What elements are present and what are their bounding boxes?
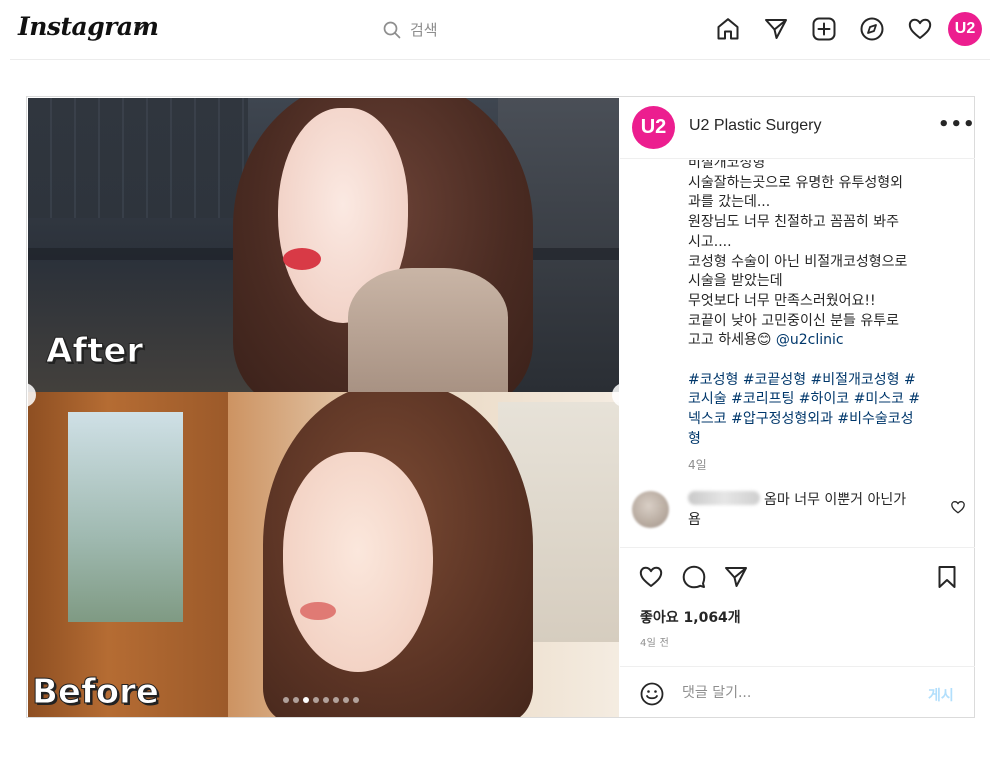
chevron-down-icon[interactable]: [133, 20, 147, 34]
explore-button[interactable]: [858, 15, 886, 43]
before-photo: [28, 392, 619, 717]
post-card: After Before U2 U2 Plastic Surgery ••• 비…: [26, 96, 975, 718]
activity-heart-icon: [908, 18, 932, 39]
post-comment-button[interactable]: 게시: [928, 685, 954, 705]
hashtags: #코성형 #코끝성형 #비절개코성형 # 코시술 #코리프팅 #하이코 #미스코…: [688, 371, 960, 450]
carousel-dot: [313, 697, 319, 703]
post-media[interactable]: After Before: [28, 98, 619, 717]
caption-line: 시술잘하는곳으로 유명한 유투성형외: [688, 174, 903, 191]
author-avatar[interactable]: U2: [632, 106, 675, 149]
nav-divider: [10, 59, 990, 60]
comment-button[interactable]: [680, 563, 708, 591]
profile-avatar[interactable]: U2: [948, 12, 982, 46]
direct-messages-button[interactable]: [762, 15, 790, 43]
more-options-icon[interactable]: •••: [938, 116, 975, 137]
post-side-panel: U2 U2 Plastic Surgery ••• 비절개코성형 시술잘하는곳으…: [620, 97, 975, 717]
comment-icon: [682, 565, 706, 589]
comment-item: 옴마 너무 이뿐거 아닌가욤: [620, 490, 975, 548]
comment-like-icon[interactable]: [950, 499, 966, 515]
save-button[interactable]: [933, 563, 961, 591]
direct-icon: [765, 19, 787, 39]
post-timestamp[interactable]: 4일 전: [640, 634, 669, 649]
caption-line: 시술을 받았는데: [688, 273, 783, 290]
carousel-dot: [343, 697, 349, 703]
caption-line: 원장님도 너무 친절하고 꼼꼼히 봐주: [688, 214, 899, 231]
add-comment-bar: 게시: [620, 666, 975, 717]
comment-text: 옴마 너무 이뿐거 아닌가욤: [688, 491, 950, 530]
hashtag-line[interactable]: #코성형 #코끝성형 #비절개코성형 #: [688, 371, 960, 391]
carousel-dot: [353, 697, 359, 703]
author-username[interactable]: U2 Plastic Surgery: [689, 117, 822, 135]
heart-icon: [639, 566, 663, 587]
caption-line: 과를 갔는데...: [688, 194, 771, 211]
carousel-dot: [293, 697, 299, 703]
comment-body-wrap: 욤: [688, 511, 701, 528]
before-label: Before: [32, 672, 160, 713]
new-post-button[interactable]: [810, 15, 838, 43]
post-header: U2 U2 Plastic Surgery •••: [620, 97, 975, 159]
after-label: After: [45, 331, 144, 372]
activity-button[interactable]: [906, 15, 934, 43]
share-button[interactable]: [722, 563, 750, 591]
comment-body: 옴마 너무 이뿐거 아닌가: [764, 492, 907, 508]
hashtag-line[interactable]: 코시술 #코리프팅 #하이코 #미스코 #: [688, 390, 960, 410]
carousel-dot: [283, 697, 289, 703]
mention-link[interactable]: @u2clinic: [776, 332, 844, 348]
caption-text: 비절개코성형 시술잘하는곳으로 유명한 유투성형외 과를 갔는데... 원장님도…: [688, 160, 960, 450]
top-navigation: Instagram U2: [0, 0, 1000, 60]
search-bar: [380, 17, 620, 43]
carousel-dot-active: [303, 697, 309, 703]
carousel-indicator: [283, 697, 359, 703]
emoji-icon[interactable]: [639, 681, 665, 707]
search-icon: [383, 21, 401, 39]
caption-age[interactable]: 4일: [688, 456, 707, 473]
new-post-icon: [812, 17, 836, 41]
home-icon: [717, 18, 739, 40]
comment-input[interactable]: [682, 680, 912, 706]
bookmark-icon: [938, 566, 956, 588]
caption-line: 고고 하세용😊 @u2clinic: [688, 331, 960, 351]
carousel-dot: [333, 697, 339, 703]
post-actions: [620, 561, 975, 595]
caption-line: 비절개코성형: [688, 160, 766, 171]
commenter-username-blurred[interactable]: [688, 491, 760, 505]
home-button[interactable]: [714, 15, 742, 43]
hashtag-line[interactable]: 넥스코 #압구정성형외과 #비수술코성: [688, 410, 960, 430]
carousel-dot: [323, 697, 329, 703]
like-button[interactable]: [637, 563, 665, 591]
explore-icon: [860, 17, 884, 41]
caption-line: 코성형 수술이 아닌 비절개코성형으로: [688, 253, 908, 270]
caption-line: 시고....: [688, 233, 732, 250]
commenter-avatar[interactable]: [632, 491, 669, 528]
caption-line: 무엇보다 너무 만족스러웠어요!!: [688, 292, 876, 309]
hashtag-line[interactable]: 형: [688, 430, 960, 450]
share-icon: [725, 567, 747, 587]
caption-line-text: 고고 하세용😊: [688, 332, 776, 349]
search-input[interactable]: [410, 17, 610, 43]
caption-line: 코끝이 낮아 고민중이신 분들 유투로: [688, 312, 899, 329]
like-count[interactable]: 좋아요 1,064개: [640, 607, 741, 627]
post-caption: 비절개코성형 시술잘하는곳으로 유명한 유투성형외 과를 갔는데... 원장님도…: [620, 160, 975, 485]
